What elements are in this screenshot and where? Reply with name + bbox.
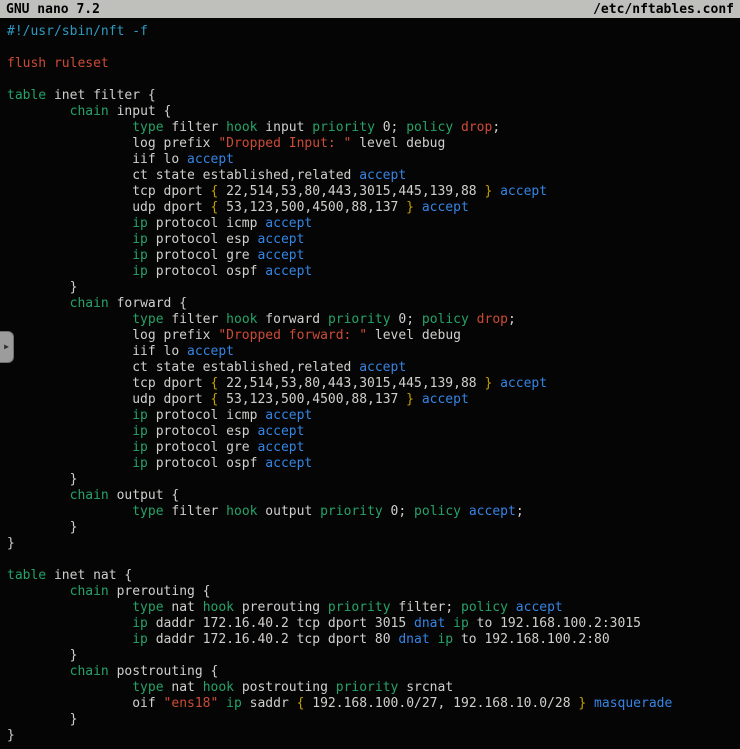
code-line: tcp dport { 22,514,53,80,443,3015,445,13… [7, 184, 740, 200]
code-line: udp dport { 53,123,500,4500,88,137 } acc… [7, 392, 740, 408]
code-line: udp dport { 53,123,500,4500,88,137 } acc… [7, 200, 740, 216]
code-line: ip protocol icmp accept [7, 408, 740, 424]
terminal-window: GNU nano 7.2 /etc/nftables.conf #!/usr/s… [0, 0, 740, 749]
code-line: } [7, 728, 740, 744]
code-line: type filter hook input priority 0; polic… [7, 120, 740, 136]
code-line: type filter hook output priority 0; poli… [7, 504, 740, 520]
code-line: ip protocol esp accept [7, 232, 740, 248]
code-line: table inet nat { [7, 568, 740, 584]
code-line: ip protocol esp accept [7, 424, 740, 440]
code-line: type filter hook forward priority 0; pol… [7, 312, 740, 328]
code-line: table inet filter { [7, 88, 740, 104]
code-line: ip protocol gre accept [7, 440, 740, 456]
code-line: ip protocol icmp accept [7, 216, 740, 232]
code-line: type nat hook prerouting priority filter… [7, 600, 740, 616]
code-line: iif lo accept [7, 344, 740, 360]
code-line: tcp dport { 22,514,53,80,443,3015,445,13… [7, 376, 740, 392]
code-line: chain output { [7, 488, 740, 504]
app-title: GNU nano 7.2 [6, 2, 100, 17]
code-line: ct state established,related accept [7, 360, 740, 376]
code-line: iif lo accept [7, 152, 740, 168]
code-line: ip daddr 172.16.40.2 tcp dport 80 dnat i… [7, 632, 740, 648]
code-line: #!/usr/sbin/nft -f [7, 24, 740, 40]
nano-titlebar: GNU nano 7.2 /etc/nftables.conf [0, 0, 740, 18]
code-line: ct state established,related accept [7, 168, 740, 184]
code-line: oif "ens18" ip saddr { 192.168.100.0/27,… [7, 696, 740, 712]
code-line: } [7, 712, 740, 728]
code-line: flush ruleset [7, 56, 740, 72]
code-line: chain input { [7, 104, 740, 120]
editor-area[interactable]: #!/usr/sbin/nft -f flush ruleset table ine… [0, 18, 740, 744]
file-path: /etc/nftables.conf [593, 2, 734, 17]
code-line: } [7, 536, 740, 552]
code-line: type nat hook postrouting priority srcna… [7, 680, 740, 696]
code-line: log prefix "Dropped Input: " level debug [7, 136, 740, 152]
code-line [7, 552, 740, 568]
code-line: } [7, 280, 740, 296]
code-line: chain prerouting { [7, 584, 740, 600]
side-panel-handle[interactable]: ▶ [0, 331, 14, 363]
code-line: log prefix "Dropped forward: " level deb… [7, 328, 740, 344]
code-line: } [7, 520, 740, 536]
code-line: } [7, 472, 740, 488]
code-line: ip protocol ospf accept [7, 264, 740, 280]
code-line: } [7, 648, 740, 664]
code-line [7, 40, 740, 56]
chevron-right-icon: ▶ [4, 343, 9, 351]
code-line: chain forward { [7, 296, 740, 312]
code-line: ip daddr 172.16.40.2 tcp dport 3015 dnat… [7, 616, 740, 632]
code-line [7, 72, 740, 88]
code-line: ip protocol gre accept [7, 248, 740, 264]
code-line: chain postrouting { [7, 664, 740, 680]
code-line: ip protocol ospf accept [7, 456, 740, 472]
